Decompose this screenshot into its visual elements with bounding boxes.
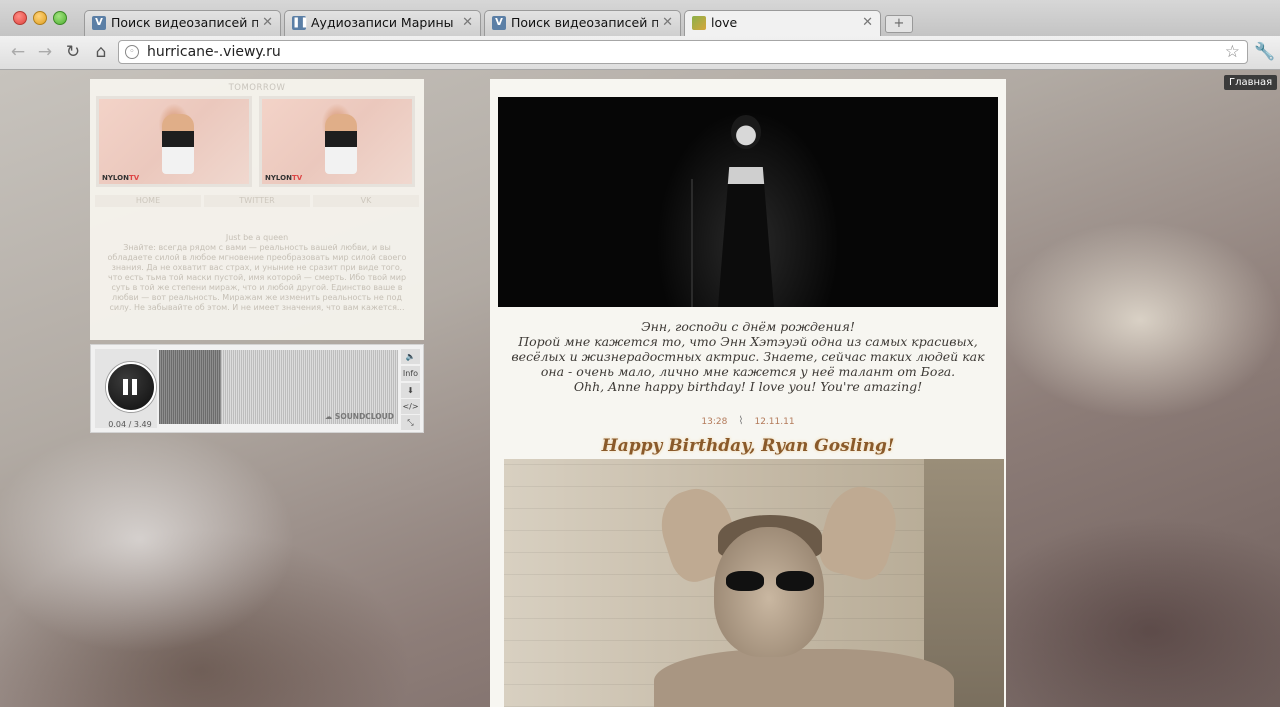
waveform[interactable]: ☁ SOUNDCLOUD [159,350,398,424]
sidebar-quote: Just be a queen Знайте: всегда рядом с в… [104,233,410,313]
tab-title: Поиск видеозаписей по запросу [511,15,658,30]
photo-figure [162,114,194,175]
info-button[interactable]: Info [401,366,420,381]
back-arrow-icon[interactable]: ← [8,42,28,62]
tab-title: Аудиозаписи Марины Декаты [311,15,458,30]
post1-line-2: Порой мне кажется то, что Энн Хэтэуэй од… [511,334,985,379]
browser-toolbar: ← → ↻ ⌂ ◦ hurricane-.viewy.ru ☆ [0,36,1280,70]
main-column: Энн, господи с днём рождения! Порой мне … [490,79,1006,707]
embed-code-icon[interactable]: </> [401,399,420,414]
photo-right-hand [813,479,905,585]
resize-handle-icon[interactable]: ⤡ [401,415,420,430]
home-tooltip: Главная [1224,75,1278,90]
vk-icon: V [492,16,506,30]
window-close-button[interactable] [13,11,27,25]
post2-title: Happy Birthday, Ryan Gosling! [601,436,895,456]
browser-tab-2[interactable]: ❚❚ Аудиозаписи Марины Декаты ✕ [284,10,481,36]
volume-icon[interactable]: 🔈 [401,349,420,364]
post1-photo [498,97,998,307]
globe-icon: ◦ [125,45,139,59]
forward-arrow-icon[interactable]: → [35,42,55,62]
nav-twitter-link[interactable]: TWITTER [204,195,310,207]
window-minimize-button[interactable] [33,11,47,25]
tab-title: love [711,15,738,30]
browser-tab-4-active[interactable]: love ✕ [684,10,881,37]
reload-icon[interactable]: ↻ [63,42,83,62]
wrench-icon[interactable]: 🔧 [1254,42,1275,62]
tab-title: Поиск видеозаписей по запросу [111,15,258,30]
tab-close-icon[interactable]: ✕ [662,11,673,35]
page-favicon [692,16,706,30]
audio-pause-icon: ❚❚ [292,16,309,30]
post1-text: Энн, господи с днём рождения! Порой мне … [500,319,996,394]
sidebar-heading: TOMORROW [228,83,286,93]
photo-brand: NYLONTV [102,174,140,182]
player-play-area: 0.04 / 3.49 [95,349,157,429]
pause-button[interactable] [106,362,156,412]
pause-icon [132,379,137,395]
post-time[interactable]: 13:28 [701,417,727,427]
sidebar-photo-1: NYLONTV [96,96,252,187]
photo-dress [718,167,774,307]
post1-line-3: Ohh, Anne happy birthday! I love you! Yo… [573,379,923,394]
browser-tab-1[interactable]: V Поиск видеозаписей по запросу ✕ [84,10,281,36]
photo-head [731,115,761,149]
tab-close-icon[interactable]: ✕ [862,11,873,35]
sunglasses [726,571,816,593]
tab-close-icon[interactable]: ✕ [262,11,273,35]
nav-home-link[interactable]: HOME [95,195,201,207]
post1-meta: 13:28 ⌇ 12.11.11 [490,414,1006,427]
waveform-progress [159,350,221,424]
quote-title: Just be a queen [225,233,289,242]
sidebar-photo-2: NYLONTV [259,96,415,187]
soundcloud-player: 0.04 / 3.49 ☁ SOUNDCLOUD 🔈 Info ⬇ </> ⤡ [90,344,424,433]
vk-icon: V [92,16,106,30]
post2-photo [504,459,1004,707]
photo-figure [325,114,357,175]
browser-tab-3[interactable]: V Поиск видеозаписей по запросу ✕ [484,10,681,36]
nav-vk-link[interactable]: VK [313,195,419,207]
address-bar[interactable]: ◦ hurricane-.viewy.ru ☆ [118,40,1248,64]
window-maximize-button[interactable] [53,11,67,25]
pause-icon [123,379,128,395]
photo-brand: NYLONTV [265,174,303,182]
new-tab-button[interactable]: + [885,15,913,33]
download-icon[interactable]: ⬇ [401,383,420,398]
sidebar-nav: HOME TWITTER VK [95,195,419,207]
microphone-stand [691,179,693,307]
soundcloud-logo[interactable]: ☁ SOUNDCLOUD [325,412,394,421]
url-text: hurricane-.viewy.ru [147,44,281,60]
quote-text: Знайте: всегда рядом с вами — реальность… [107,243,407,312]
post-date[interactable]: 12.11.11 [754,417,794,427]
sidebar: TOMORROW NYLONTV NYLONTV HOME TWITTER VK… [90,79,424,340]
browser-tabstrip: V Поиск видеозаписей по запросу ✕ ❚❚ Ауд… [0,0,1280,37]
photo-body [654,649,954,707]
home-icon[interactable]: ⌂ [91,42,111,62]
tab-close-icon[interactable]: ✕ [462,11,473,35]
bookmark-star-icon[interactable]: ☆ [1225,42,1240,62]
player-time: 0.04 / 3.49 [108,420,152,429]
paperclip-icon[interactable]: ⌇ [738,414,743,427]
post1-line-1: Энн, господи с днём рождения! [641,319,855,334]
